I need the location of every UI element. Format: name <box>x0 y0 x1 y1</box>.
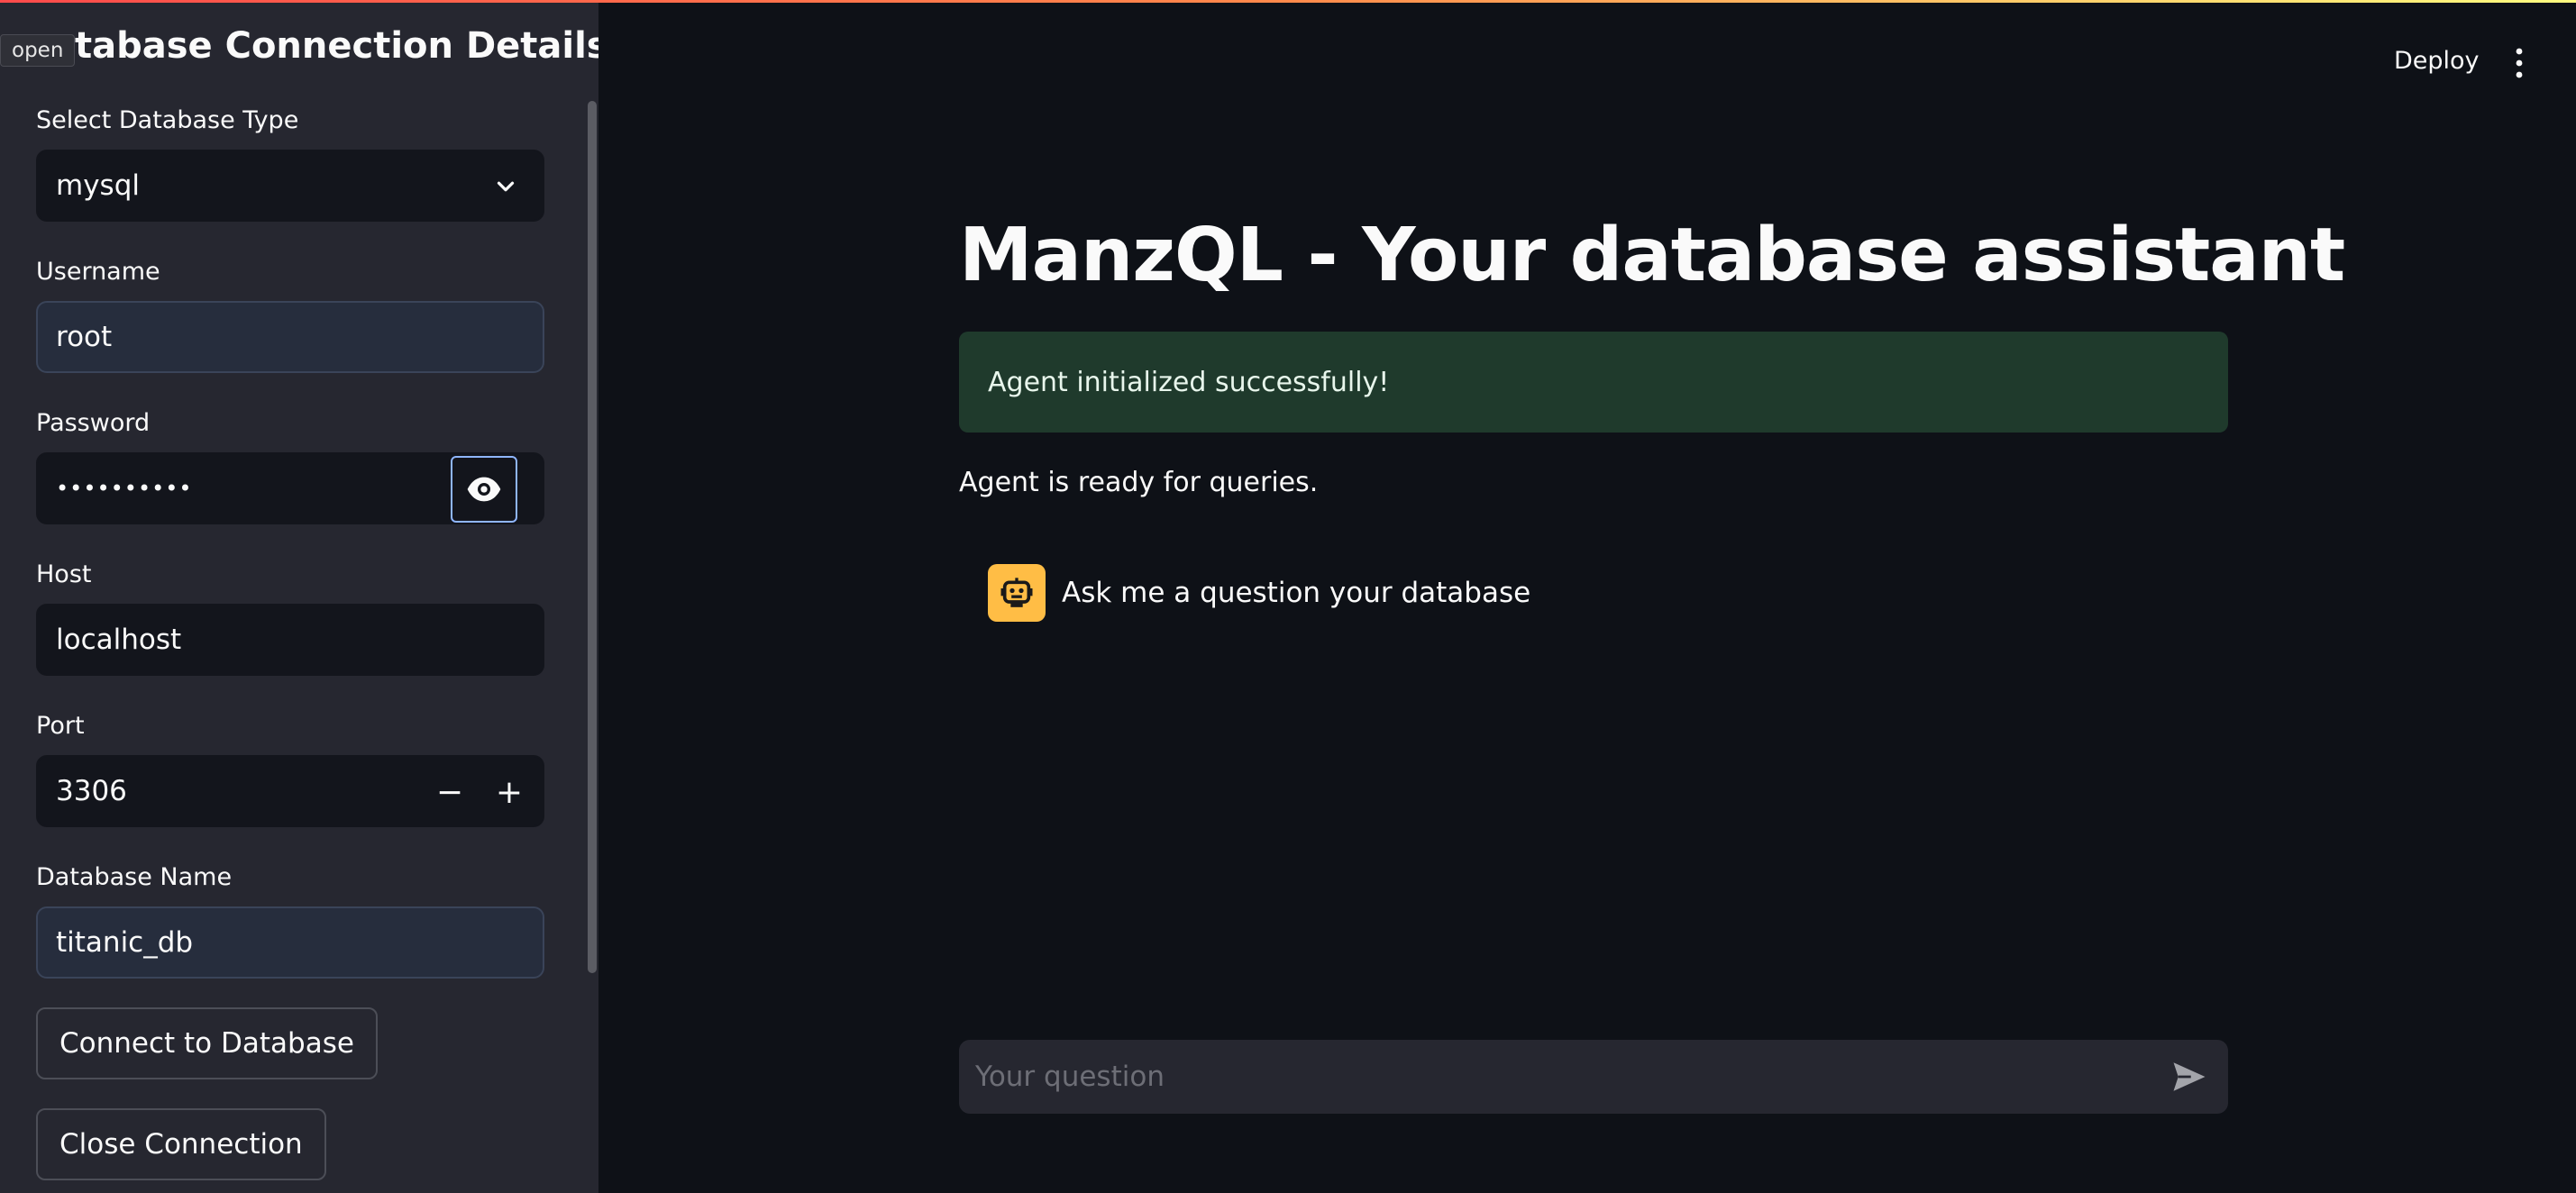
password-value: •••••••••• <box>56 476 193 501</box>
chat-input[interactable]: Your question <box>959 1040 2228 1114</box>
username-field[interactable]: root <box>36 301 544 373</box>
kebab-menu-icon[interactable] <box>2506 47 2533 79</box>
send-icon[interactable] <box>2170 1058 2208 1096</box>
port-stepper[interactable]: 3306 − + <box>36 755 544 827</box>
sidebar: open atabase Connection Details Select D… <box>0 0 598 1193</box>
eye-icon <box>467 477 501 502</box>
port-increment-button[interactable]: + <box>487 770 532 815</box>
host-value: localhost <box>56 624 182 656</box>
username-value: root <box>56 321 113 353</box>
sidebar-title: atabase Connection Details <box>50 25 598 67</box>
status-text: Agent is ready for queries. <box>959 467 1319 498</box>
minus-icon: − <box>435 773 464 811</box>
host-field[interactable]: localhost <box>36 604 544 676</box>
success-alert: Agent initialized successfully! <box>959 332 2228 433</box>
show-password-button[interactable] <box>451 456 517 523</box>
database-name-label: Database Name <box>36 863 233 891</box>
port-value: 3306 <box>56 775 127 807</box>
database-name-value: titanic_db <box>56 926 194 959</box>
sidebar-open-tooltip[interactable]: open <box>0 34 76 67</box>
db-type-select[interactable]: mysql <box>36 150 544 222</box>
password-label: Password <box>36 409 151 437</box>
page-title: ManzQL - Your database assistant <box>959 213 2345 298</box>
top-accent-line <box>0 0 2576 3</box>
chevron-down-icon <box>497 181 515 192</box>
database-name-field[interactable]: titanic_db <box>36 906 544 979</box>
avatar <box>988 564 1046 622</box>
db-type-label: Select Database Type <box>36 106 299 134</box>
success-message: Agent initialized successfully! <box>988 366 1390 398</box>
sidebar-scrollbar[interactable] <box>588 101 597 973</box>
deploy-button[interactable]: Deploy <box>2394 47 2480 75</box>
connect-button[interactable]: Connect to Database <box>36 1007 378 1079</box>
username-label: Username <box>36 258 160 286</box>
close-connection-button[interactable]: Close Connection <box>36 1108 326 1180</box>
host-label: Host <box>36 560 92 588</box>
chat-message: Ask me a question your database <box>988 564 1530 622</box>
robot-icon <box>1000 578 1033 607</box>
password-field[interactable]: •••••••••• <box>36 452 544 524</box>
chat-input-placeholder: Your question <box>975 1061 1165 1093</box>
plus-icon: + <box>495 773 524 811</box>
db-type-value: mysql <box>56 169 140 202</box>
port-decrement-button[interactable]: − <box>427 770 472 815</box>
port-label: Port <box>36 712 85 740</box>
chat-message-text: Ask me a question your database <box>1062 577 1531 609</box>
